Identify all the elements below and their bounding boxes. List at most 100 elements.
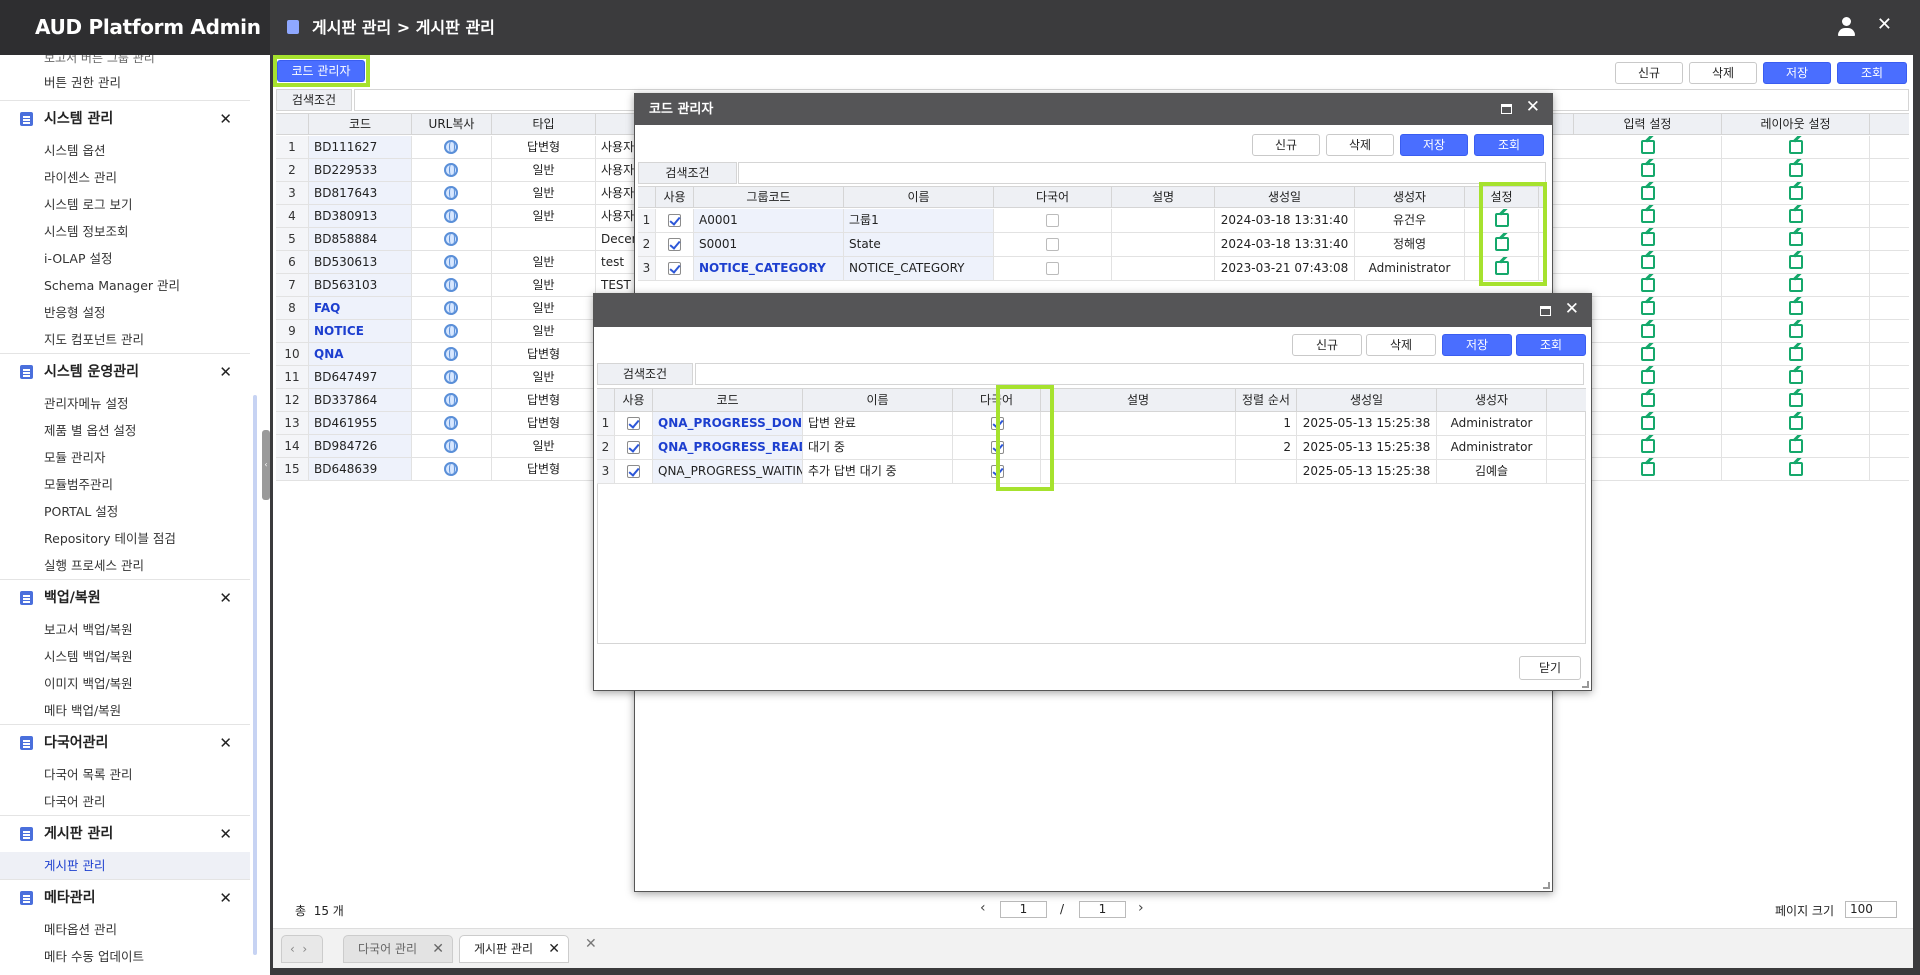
cell-code[interactable]: BD380913 bbox=[309, 205, 412, 227]
pager-next-icon[interactable]: › bbox=[1138, 900, 1144, 916]
sidebar-group-header[interactable]: 시스템 운영관리 ✕ bbox=[0, 354, 250, 390]
checkbox[interactable] bbox=[627, 441, 640, 454]
sidebar-item[interactable]: 이미지 백업/복원 bbox=[0, 670, 250, 697]
sidebar-group-header[interactable]: 메타관리 ✕ bbox=[0, 880, 250, 916]
checkbox[interactable] bbox=[1046, 238, 1059, 251]
checkbox[interactable] bbox=[1046, 214, 1059, 227]
edit-icon[interactable] bbox=[1641, 393, 1655, 407]
sidebar-item[interactable]: Schema Manager 관리 bbox=[0, 272, 250, 299]
column-header-group-code[interactable]: 그룹코드 bbox=[694, 187, 844, 208]
cell-code[interactable]: BD984726 bbox=[309, 435, 412, 457]
edit-icon[interactable] bbox=[1641, 347, 1655, 361]
sidebar-item[interactable]: 지도 컴포넌트 관리 bbox=[0, 326, 250, 353]
cell-code[interactable]: QNA_PROGRESS_DONE bbox=[653, 412, 803, 435]
globe-copy-icon[interactable] bbox=[444, 301, 458, 315]
column-header-multilang[interactable]: 다국어 bbox=[994, 187, 1112, 208]
sidebar-item[interactable]: 시스템 로그 보기 bbox=[0, 191, 250, 218]
sidebar-item[interactable]: 다국어 관리 bbox=[0, 788, 250, 815]
globe-copy-icon[interactable] bbox=[444, 186, 458, 200]
delete-button[interactable]: 삭제 bbox=[1366, 334, 1436, 356]
edit-icon[interactable] bbox=[1789, 140, 1803, 154]
sidebar-item[interactable]: 메타 수동 업데이트 bbox=[0, 943, 250, 970]
edit-icon[interactable] bbox=[1789, 278, 1803, 292]
checkbox[interactable] bbox=[627, 465, 640, 478]
cell-group-code[interactable]: S0001 bbox=[694, 233, 844, 256]
sidebar-group-header[interactable]: 시스템 관리 ✕ bbox=[0, 101, 250, 137]
resize-handle[interactable] bbox=[1543, 882, 1550, 889]
tab-board-management[interactable]: 게시판 관리 ✕ bbox=[459, 935, 569, 963]
sidebar-item[interactable]: 게시판 관리 bbox=[0, 852, 250, 879]
table-row[interactable]: 2 S0001 State 2024-03-18 13:31:40 정해영 bbox=[638, 233, 1547, 257]
new-button[interactable]: 신규 bbox=[1252, 134, 1320, 156]
save-button[interactable]: 저장 bbox=[1763, 62, 1831, 84]
checkbox[interactable] bbox=[668, 214, 681, 227]
column-header-name[interactable]: 이름 bbox=[844, 187, 994, 208]
column-header-description[interactable]: 설명 bbox=[1041, 389, 1236, 412]
edit-icon[interactable] bbox=[1641, 232, 1655, 246]
table-row[interactable]: 1 A0001 그룹1 2024-03-18 13:31:40 유건우 bbox=[638, 209, 1547, 233]
sidebar-item[interactable]: 라이센스 관리 bbox=[0, 164, 250, 191]
close-icon[interactable]: ✕ bbox=[1877, 14, 1892, 35]
cell-code[interactable]: BD563103 bbox=[309, 274, 412, 296]
edit-icon[interactable] bbox=[1789, 416, 1803, 430]
column-header-creator[interactable]: 생성자 bbox=[1355, 187, 1465, 208]
close-all-tabs-icon[interactable]: ✕ bbox=[585, 936, 597, 952]
close-icon[interactable]: ✕ bbox=[432, 936, 444, 962]
maximize-icon[interactable] bbox=[1540, 306, 1551, 316]
edit-icon[interactable] bbox=[1641, 370, 1655, 384]
column-header-code[interactable]: 코드 bbox=[309, 114, 412, 135]
save-button[interactable]: 저장 bbox=[1442, 334, 1512, 356]
sidebar-item[interactable]: 시스템 정보조회 bbox=[0, 218, 250, 245]
user-icon[interactable] bbox=[1836, 16, 1858, 38]
table-row[interactable]: 3 QNA_PROGRESS_WAITING 추가 답변 대기 중 2025-05-1… bbox=[597, 460, 1586, 484]
sidebar-item[interactable]: 메타옵션 관리 bbox=[0, 916, 250, 943]
pager-prev-icon[interactable]: ‹ bbox=[980, 900, 986, 916]
column-header-description[interactable]: 설명 bbox=[1112, 187, 1215, 208]
edit-icon[interactable] bbox=[1641, 439, 1655, 453]
search-button[interactable]: 조회 bbox=[1516, 334, 1586, 356]
sidebar-item[interactable]: 다국어 목록 관리 bbox=[0, 761, 250, 788]
save-button[interactable]: 저장 bbox=[1400, 134, 1468, 156]
sidebar-item-partial[interactable]: 보고서 버튼 그룹 관리 bbox=[0, 55, 250, 69]
sidebar-group-header[interactable]: 게시판 관리 ✕ bbox=[0, 816, 250, 852]
edit-icon[interactable] bbox=[1641, 462, 1655, 476]
new-button[interactable]: 신규 bbox=[1292, 334, 1362, 356]
cell-code[interactable]: BD111627 bbox=[309, 136, 412, 158]
new-button[interactable]: 신규 bbox=[1615, 62, 1683, 84]
edit-icon[interactable] bbox=[1789, 393, 1803, 407]
edit-icon[interactable] bbox=[1789, 255, 1803, 269]
page-size-input[interactable]: 100 bbox=[1845, 901, 1897, 918]
checkbox[interactable] bbox=[668, 262, 681, 275]
close-icon[interactable]: ✕ bbox=[548, 936, 560, 962]
table-row[interactable]: 1 QNA_PROGRESS_DONE 답변 완료 1 2025-05-13 15:25… bbox=[597, 412, 1586, 436]
close-icon[interactable]: ✕ bbox=[1526, 97, 1540, 117]
globe-copy-icon[interactable] bbox=[444, 393, 458, 407]
edit-icon[interactable] bbox=[1789, 370, 1803, 384]
close-icon[interactable]: ✕ bbox=[219, 880, 232, 916]
close-icon[interactable]: ✕ bbox=[219, 725, 232, 761]
edit-icon[interactable] bbox=[1789, 439, 1803, 453]
cell-code[interactable]: BD858884 bbox=[309, 228, 412, 250]
globe-copy-icon[interactable] bbox=[444, 209, 458, 223]
sidebar-item[interactable]: 모듈 관리자 bbox=[0, 444, 250, 471]
column-header-created[interactable]: 생성일 bbox=[1297, 389, 1437, 412]
delete-button[interactable]: 삭제 bbox=[1326, 134, 1394, 156]
sidebar-item[interactable]: 반응형 설정 bbox=[0, 299, 250, 326]
globe-copy-icon[interactable] bbox=[444, 232, 458, 246]
globe-copy-icon[interactable] bbox=[444, 278, 458, 292]
globe-copy-icon[interactable] bbox=[444, 255, 458, 269]
cell-code[interactable]: BD530613 bbox=[309, 251, 412, 273]
sidebar-scrollbar[interactable] bbox=[253, 395, 257, 955]
cell-code[interactable]: NOTICE bbox=[309, 320, 412, 342]
column-header-used[interactable]: 사용 bbox=[656, 187, 694, 208]
resize-handle[interactable] bbox=[1582, 681, 1589, 688]
edit-icon[interactable] bbox=[1641, 255, 1655, 269]
cell-code[interactable]: BD647497 bbox=[309, 366, 412, 388]
edit-icon[interactable] bbox=[1789, 232, 1803, 246]
cell-code[interactable]: FAQ bbox=[309, 297, 412, 319]
sidebar-item[interactable]: PORTAL 설정 bbox=[0, 498, 250, 525]
sidebar-item[interactable]: 메타 백업/복원 bbox=[0, 697, 250, 724]
close-icon[interactable]: ✕ bbox=[219, 580, 232, 616]
sidebar-item[interactable]: 실행 프로세스 관리 bbox=[0, 552, 250, 579]
sidebar-item[interactable]: 보고서 백업/복원 bbox=[0, 616, 250, 643]
